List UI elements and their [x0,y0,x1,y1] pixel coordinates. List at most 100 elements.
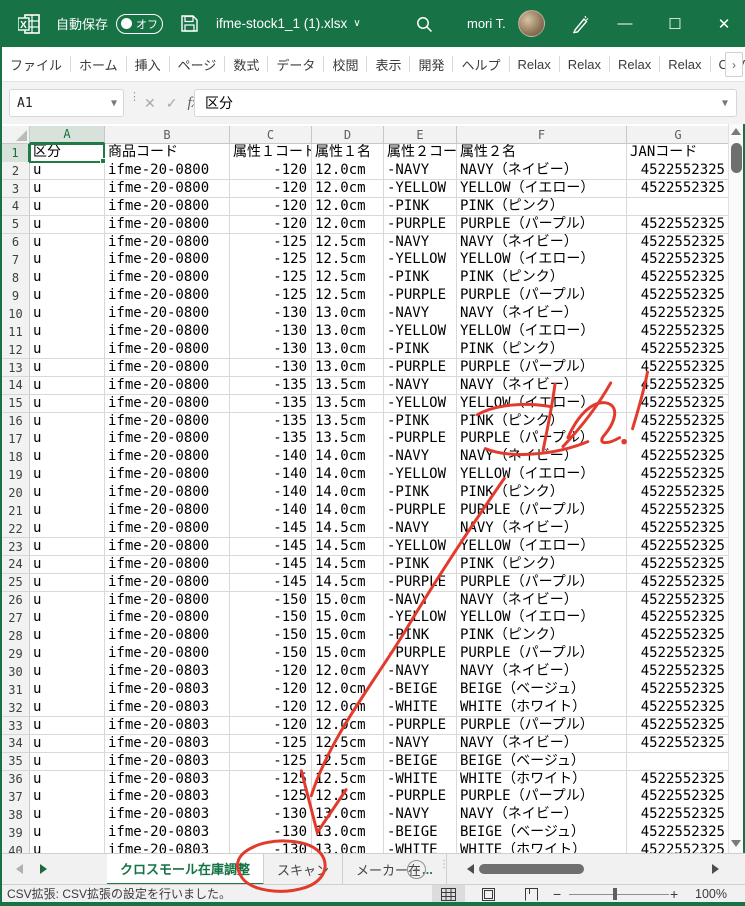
cell-D25[interactable]: 14.5cm [312,574,384,593]
ribbon-tab-2[interactable]: 挿入 [128,55,168,74]
cell-E13[interactable]: -PURPLE [384,359,457,378]
cell-C11[interactable]: -130 [230,323,312,342]
row-header-9[interactable]: 9 [2,287,30,306]
cell-E22[interactable]: -NAVY [384,520,457,539]
cell-F12[interactable]: PINK（ピンク） [457,341,627,360]
sheetbar-grip[interactable]: ⋮ [439,862,449,867]
cell-C27[interactable]: -150 [230,609,312,628]
cell-A18[interactable]: u [30,448,105,467]
ribbon-tab-10[interactable]: Relax [511,57,558,72]
name-box[interactable]: A1 ▼ [9,89,124,117]
cell-F16[interactable]: PINK（ピンク） [457,413,627,432]
vertical-scrollbar[interactable] [728,124,743,853]
cell-A26[interactable]: u [30,592,105,611]
cell-G5[interactable]: 4522552325 [627,216,730,235]
cell-G25[interactable]: 4522552325 [627,574,730,593]
cell-A30[interactable]: u [30,663,105,682]
column-header-G[interactable]: G [627,126,730,144]
ribbon-tab-13[interactable]: Relax [661,57,708,72]
row-header-38[interactable]: 38 [2,806,30,825]
cell-A39[interactable]: u [30,824,105,843]
cell-C2[interactable]: -120 [230,162,312,181]
ribbon-tab-11[interactable]: Relax [561,57,608,72]
cell-G13[interactable]: 4522552325 [627,359,730,378]
row-header-30[interactable]: 30 [2,663,30,682]
cell-F13[interactable]: PURPLE（パープル） [457,359,627,378]
cell-G17[interactable]: 4522552325 [627,430,730,449]
cell-A38[interactable]: u [30,806,105,825]
cell-E29[interactable]: -PURPLE [384,645,457,664]
cell-F2[interactable]: NAVY（ネイビー） [457,162,627,181]
cell-C38[interactable]: -130 [230,806,312,825]
cell-G28[interactable]: 4522552325 [627,627,730,646]
column-header-A[interactable]: A [30,126,105,144]
cell-B12[interactable]: ifme-20-0800 [105,341,230,360]
cell-F40[interactable]: WHITE（ホワイト） [457,842,627,853]
cell-header-D1[interactable]: 属性１名 [312,144,384,163]
cell-header-A1[interactable]: 区分 [30,144,105,163]
cell-D20[interactable]: 14.0cm [312,484,384,503]
row-header-33[interactable]: 33 [2,717,30,736]
cell-A27[interactable]: u [30,609,105,628]
cell-G21[interactable]: 4522552325 [627,502,730,521]
cell-C37[interactable]: -125 [230,788,312,807]
cell-C17[interactable]: -135 [230,430,312,449]
cell-E39[interactable]: -BEIGE [384,824,457,843]
cell-F4[interactable]: PINK（ピンク） [457,198,627,217]
cell-G16[interactable]: 4522552325 [627,413,730,432]
cell-C13[interactable]: -130 [230,359,312,378]
cell-E24[interactable]: -PINK [384,556,457,575]
cell-G27[interactable]: 4522552325 [627,609,730,628]
vertical-scrollbar-thumb[interactable] [731,143,742,173]
cell-B24[interactable]: ifme-20-0800 [105,556,230,575]
cell-D15[interactable]: 13.5cm [312,395,384,414]
cell-C23[interactable]: -145 [230,538,312,557]
zoom-slider-track[interactable] [569,894,669,895]
column-header-C[interactable]: C [230,126,312,144]
row-header-4[interactable]: 4 [2,198,30,217]
cell-header-F1[interactable]: 属性２名 [457,144,627,163]
cell-D37[interactable]: 12.5cm [312,788,384,807]
cell-C29[interactable]: -150 [230,645,312,664]
cell-D22[interactable]: 14.5cm [312,520,384,539]
cell-G20[interactable]: 4522552325 [627,484,730,503]
row-header-39[interactable]: 39 [2,824,30,843]
cell-header-C1[interactable]: 属性１コード [230,144,312,163]
cell-B32[interactable]: ifme-20-0803 [105,699,230,718]
cell-C34[interactable]: -125 [230,735,312,754]
cell-F32[interactable]: WHITE（ホワイト） [457,699,627,718]
cell-B2[interactable]: ifme-20-0800 [105,162,230,181]
cell-A20[interactable]: u [30,484,105,503]
cell-A28[interactable]: u [30,627,105,646]
cell-F21[interactable]: PURPLE（パープル） [457,502,627,521]
maximize-button[interactable]: ☐ [652,0,698,47]
cell-G2[interactable]: 4522552325 [627,162,730,181]
cell-B26[interactable]: ifme-20-0800 [105,592,230,611]
formula-input[interactable]: 区分 ▼ [194,89,737,117]
cell-C33[interactable]: -120 [230,717,312,736]
row-header-27[interactable]: 27 [2,609,30,628]
cell-B25[interactable]: ifme-20-0800 [105,574,230,593]
cell-F17[interactable]: PURPLE（パープル） [457,430,627,449]
cell-G38[interactable]: 4522552325 [627,806,730,825]
cell-C36[interactable]: -125 [230,771,312,790]
row-header-19[interactable]: 19 [2,466,30,485]
cell-E14[interactable]: -NAVY [384,377,457,396]
cell-C6[interactable]: -125 [230,234,312,253]
cell-E11[interactable]: -YELLOW [384,323,457,342]
cell-D7[interactable]: 12.5cm [312,251,384,270]
cell-D36[interactable]: 12.5cm [312,771,384,790]
row-header-10[interactable]: 10 [2,305,30,324]
cell-A35[interactable]: u [30,753,105,772]
cell-D34[interactable]: 12.5cm [312,735,384,754]
cell-D8[interactable]: 12.5cm [312,269,384,288]
cell-C9[interactable]: -125 [230,287,312,306]
cell-D29[interactable]: 15.0cm [312,645,384,664]
cell-G18[interactable]: 4522552325 [627,448,730,467]
column-header-F[interactable]: F [457,126,627,144]
document-title[interactable]: ifme-stock1_1 (1).xlsx∨ [216,16,361,31]
cell-D27[interactable]: 15.0cm [312,609,384,628]
cell-B37[interactable]: ifme-20-0803 [105,788,230,807]
cell-header-G1[interactable]: JANコード [627,144,730,163]
cell-G37[interactable]: 4522552325 [627,788,730,807]
